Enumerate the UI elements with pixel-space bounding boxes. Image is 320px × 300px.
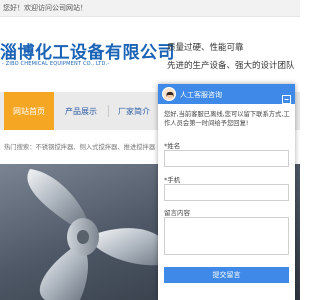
slogan-quality: 质量过硬、性能可靠 [167,43,244,53]
chat-header[interactable]: 人工客服咨询 [158,84,295,104]
page: 您好！欢迎访问公司网站！ 淄博化工设备有限公司 - ZIBO CHEMICAL … [0,0,300,300]
message-textarea[interactable] [164,217,289,255]
welcome-text: 您好！欢迎访问公司网站！ [3,4,87,12]
nav-item-products[interactable]: 产品展示 [57,92,105,130]
phone-input[interactable] [164,184,289,201]
name-label: *姓名 [164,142,181,150]
top-bar: 您好！欢迎访问公司网站！ [0,0,300,17]
chat-title: 人工客服咨询 [180,91,222,99]
minimize-icon[interactable] [282,89,291,104]
nav-divider [108,105,109,117]
company-logo-subtitle: - ZIBO CHEMICAL EQUIPMENT CO., LTD.- [2,61,110,67]
customer-service-chat-popup: 人工客服咨询 您好,当前客服已离线,您可以留下联系方式,工作人员会第一时间给予您… [158,84,295,300]
nav-item-home[interactable]: 网站首页 [4,92,54,130]
name-input[interactable] [164,150,289,167]
nav-item-about[interactable]: 厂家简介 [110,92,158,130]
company-logo-title[interactable]: 淄博化工设备有限公司 [0,38,175,63]
chat-offline-notice: 您好,当前客服已离线,您可以留下联系方式,工作人员会第一时间给予您回复! [164,111,290,127]
phone-label: *手机 [164,176,181,184]
submit-message-button[interactable]: 提交留言 [164,267,289,283]
propeller-blade [27,169,88,224]
hot-search-text[interactable]: 热门搜索：不锈钢搅拌器、侧入式搅拌器、推进搅拌器 [4,142,155,151]
agent-avatar-icon [162,87,176,101]
slogan-equipment: 先进的生产设备、强大的设计团队 [167,61,295,71]
propeller-hub-bore [77,230,89,244]
message-label: 留言内容 [164,209,190,217]
